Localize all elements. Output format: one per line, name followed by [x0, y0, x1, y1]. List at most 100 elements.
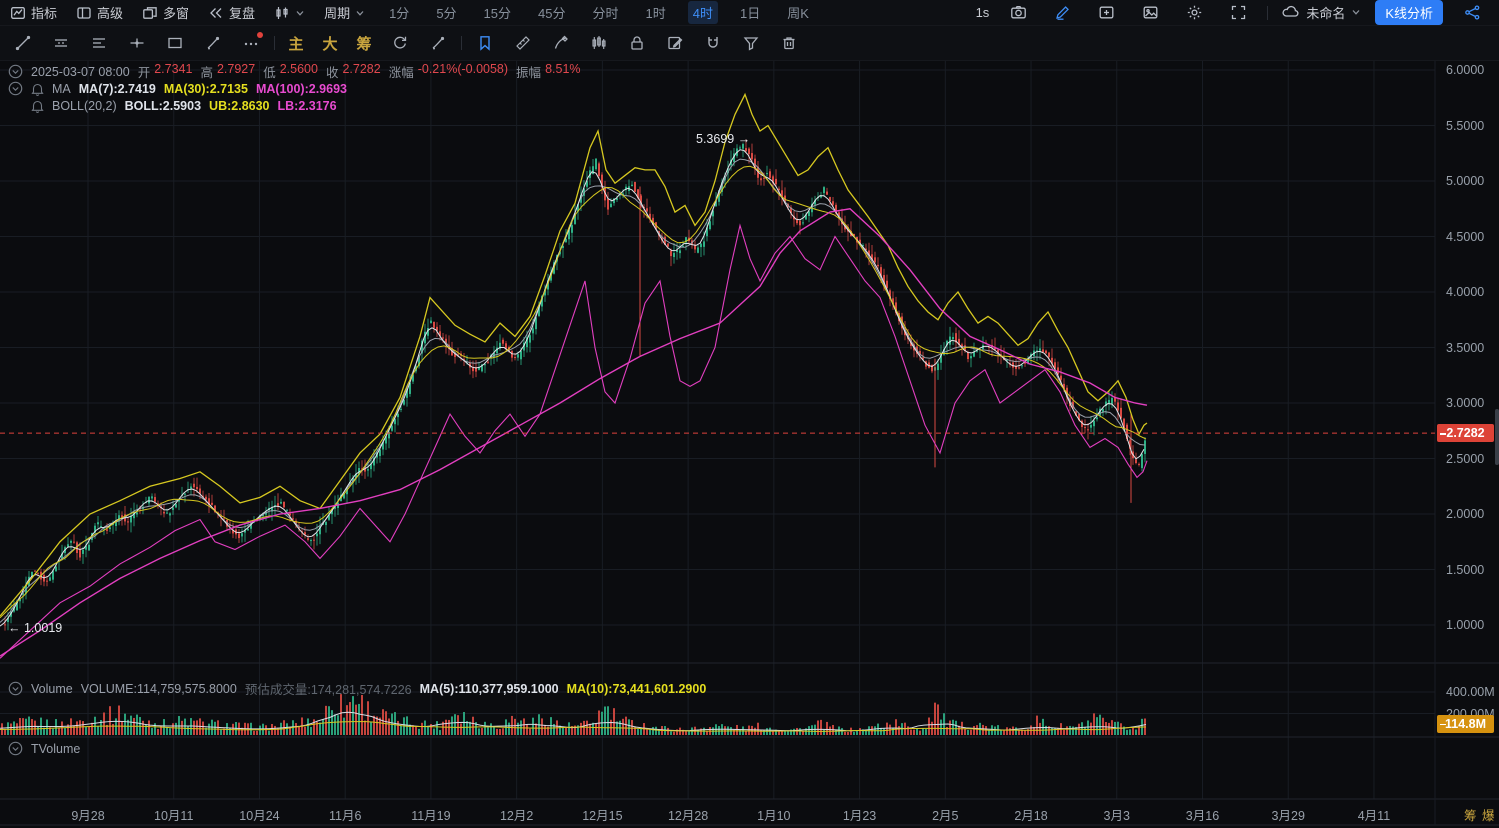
date-tick-label: 11月19	[411, 809, 451, 823]
add-window-icon[interactable]	[1091, 0, 1121, 26]
pen-tool[interactable]	[546, 30, 576, 56]
last-volume-badge: 114.8M	[1437, 714, 1494, 733]
timeframe-1时[interactable]: 1时	[641, 1, 671, 24]
rewind-icon	[208, 5, 224, 21]
bottom-toggle-chips[interactable]: 筹	[1464, 805, 1477, 824]
date-tick-label: 4月11	[1357, 809, 1391, 823]
price-tick-label: 6.0000	[1446, 63, 1485, 77]
lock-tool[interactable]	[622, 30, 652, 56]
share-icon[interactable]	[1457, 0, 1487, 26]
ma100-value: MA(100):2.9693	[255, 81, 347, 96]
arrow-left: ←	[8, 621, 21, 635]
timeframe-4时[interactable]: 4时	[687, 1, 718, 24]
speed-label[interactable]: 1s	[976, 5, 990, 20]
refresh-icon[interactable]	[385, 30, 415, 56]
timeframe-分时[interactable]: 分时	[587, 1, 623, 24]
axis-scrollbar[interactable]	[1495, 409, 1499, 465]
chevron-down-icon	[1351, 5, 1361, 20]
price-tick-label: 3.5000	[1446, 340, 1485, 355]
main-chart-button[interactable]: 主	[283, 33, 309, 54]
divider	[1267, 5, 1269, 20]
indicators-button[interactable]: 指标	[10, 3, 57, 22]
cloud-icon	[1282, 4, 1300, 21]
image-icon[interactable]	[1135, 0, 1165, 26]
collapse-chevron-icon[interactable]	[8, 64, 23, 79]
timeframe-15分[interactable]: 15分	[479, 1, 516, 24]
advanced-label: 高级	[97, 6, 124, 21]
note-edit-tool[interactable]	[660, 30, 690, 56]
timeframe-45分[interactable]: 45分	[533, 1, 570, 24]
date-tick-label: 1月10	[757, 809, 791, 823]
chart-area[interactable]	[0, 0, 1499, 828]
change-label: 涨幅	[388, 66, 414, 80]
multi-window-label: 多窗	[163, 6, 190, 21]
rectangle-tool[interactable]	[160, 30, 190, 56]
candlestick-icon	[274, 5, 290, 21]
low-price-annotation: ← 1.0019	[8, 621, 63, 635]
boll-value: BOLL:2.5903	[124, 99, 202, 113]
timeframe-5分[interactable]: 5分	[431, 1, 461, 24]
low-label: 低	[263, 66, 276, 80]
divider	[461, 36, 462, 50]
candle-pattern-tool[interactable]	[584, 30, 614, 56]
kline-analysis-button[interactable]: K线分析	[1375, 0, 1443, 25]
parallel-lines-tool[interactable]	[46, 30, 76, 56]
ub-value: UB:2.8630	[209, 99, 270, 113]
advanced-button[interactable]: 高级	[76, 3, 123, 22]
brush-tool[interactable]	[198, 30, 228, 56]
camera-icon[interactable]	[1003, 0, 1033, 26]
timeframe-1日[interactable]: 1日	[735, 1, 765, 24]
drawing-toolbar: 主 大 筹	[0, 26, 1499, 61]
chips-button[interactable]: 筹	[351, 33, 377, 54]
timeframe-1分[interactable]: 1分	[384, 1, 414, 24]
more-tools-button[interactable]	[236, 30, 266, 56]
ma-legend-row: MA MA(7):2.7419 MA(30):2.7135 MA(100):2.…	[8, 81, 347, 96]
volume-value: VOLUME:114,759,575.8000	[80, 681, 237, 696]
collapse-chevron-icon[interactable]	[8, 681, 23, 696]
date-tick-label: 9月28	[71, 809, 105, 823]
date-tick-label: 10月11	[154, 809, 194, 823]
ohlc-legend-row: 2025-03-07 08:00 开 2.7341 高 2.7927 低 2.5600…	[8, 62, 581, 81]
period-dropdown[interactable]: 周期	[324, 3, 365, 22]
price-tick-label: 2.5000	[1446, 451, 1485, 466]
ma-title: MA	[52, 81, 71, 96]
bottom-toggle-burst[interactable]: 爆	[1482, 805, 1495, 824]
replay-button[interactable]: 复盘	[208, 3, 255, 22]
alert-bell-icon[interactable]	[31, 99, 44, 113]
multi-window-icon	[142, 5, 158, 21]
trash-icon[interactable]	[774, 30, 804, 56]
bookmark-tool[interactable]	[470, 30, 500, 56]
kline-app: 指标 高级 多窗 复盘 周期 1分 5分 15分 45分 分时 1时 4时 1日…	[0, 0, 1499, 828]
timeframe-周K[interactable]: 周K	[782, 1, 814, 24]
chevron-down-icon	[355, 8, 365, 18]
boll-title: BOLL(20,2)	[52, 99, 117, 113]
large-view-button[interactable]: 大	[317, 33, 343, 54]
magnet-tool[interactable]	[698, 30, 728, 56]
paint-brush-tool[interactable]	[423, 30, 453, 56]
date-tick-label: 3月3	[1103, 809, 1130, 823]
settings-gear-icon[interactable]	[1179, 0, 1209, 26]
volume-ma5: MA(5):110,377,959.1000	[419, 681, 559, 696]
trend-line-tool[interactable]	[8, 30, 38, 56]
date-tick-label: 2月5	[932, 809, 959, 823]
high-value: 2.7927	[216, 62, 256, 76]
indicator-chart-icon	[10, 5, 26, 21]
multi-window-button[interactable]: 多窗	[142, 3, 189, 22]
fib-lines-tool[interactable]	[84, 30, 114, 56]
alert-bell-icon[interactable]	[31, 82, 44, 96]
indicators-label: 指标	[31, 6, 58, 21]
collapse-chevron-icon[interactable]	[8, 81, 23, 96]
pencil-icon[interactable]	[1047, 0, 1077, 26]
collapse-chevron-icon[interactable]	[8, 741, 23, 756]
fullscreen-icon[interactable]	[1223, 0, 1253, 26]
chart-style-dropdown[interactable]	[274, 5, 305, 21]
cross-measure-tool[interactable]	[122, 30, 152, 56]
filter-tool[interactable]	[736, 30, 766, 56]
ruler-tool[interactable]	[508, 30, 538, 56]
amplitude-label: 振幅	[516, 66, 542, 80]
price-tick-label: 2.0000	[1446, 507, 1485, 521]
divider	[274, 36, 275, 50]
period-label: 周期	[324, 6, 351, 21]
document-name-dropdown[interactable]: 未命名	[1282, 3, 1361, 22]
price-tick-label: 4.0000	[1446, 285, 1485, 299]
